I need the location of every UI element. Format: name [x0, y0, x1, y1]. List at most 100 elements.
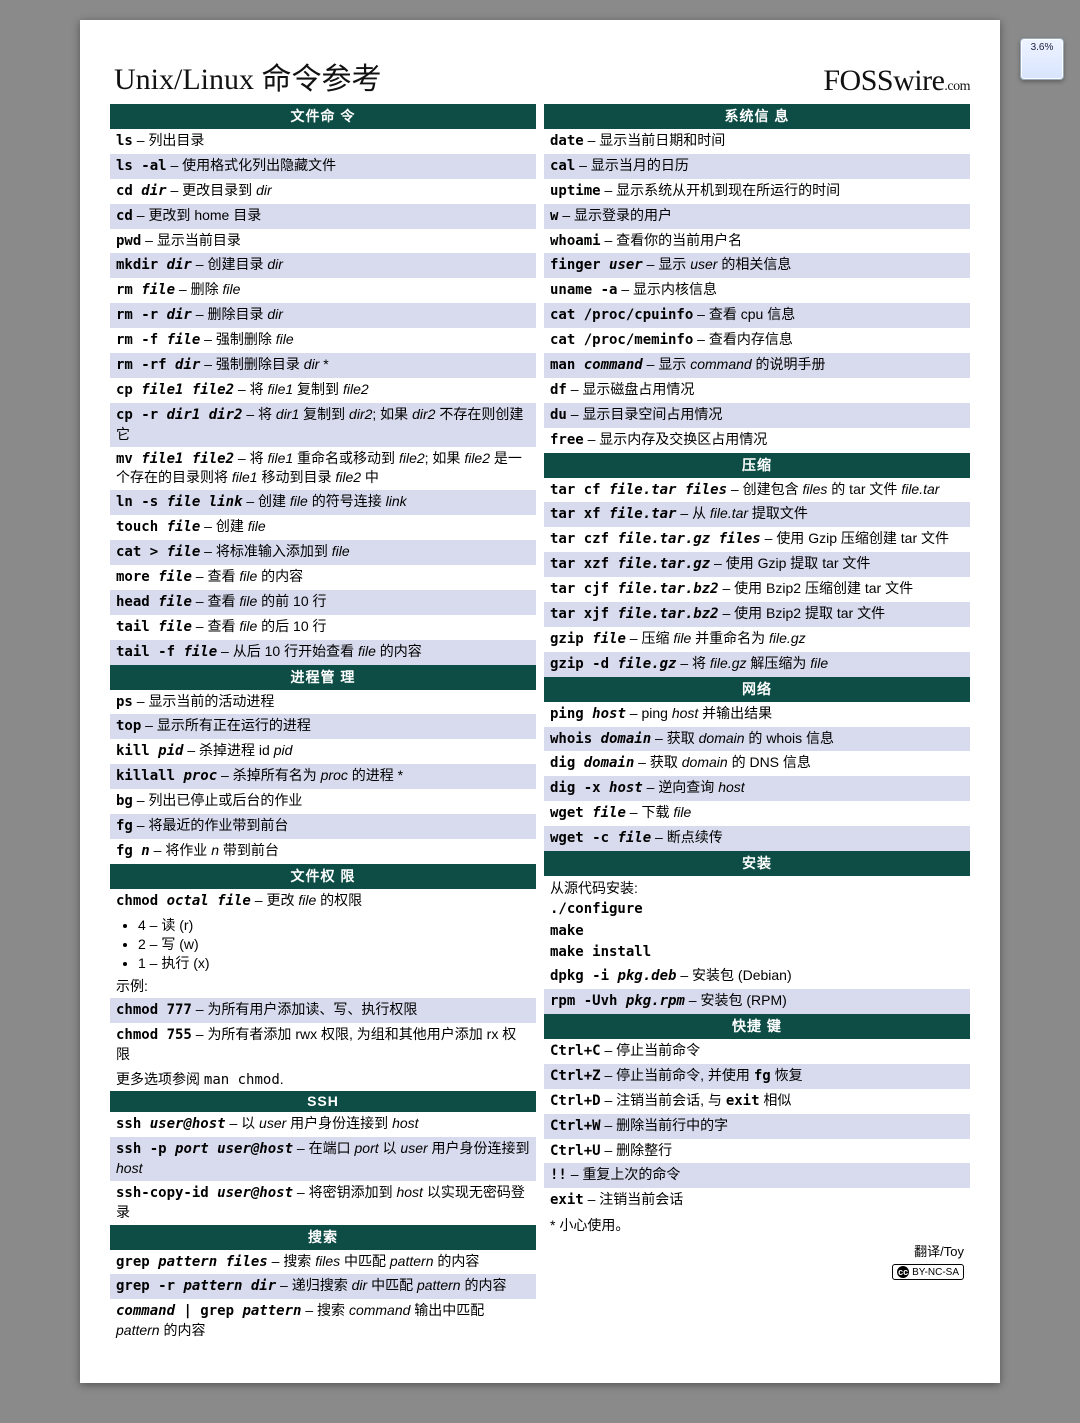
command-row: dig domain – 获取 domain 的 DNS 信息 [544, 751, 970, 776]
command-row: grep pattern files – 搜索 files 中匹配 patter… [110, 1250, 536, 1275]
command-row: chmod 777 – 为所有用户添加读、写、执行权限 [110, 998, 536, 1023]
command-row: ping host – ping host 并输出结果 [544, 702, 970, 727]
widget-value: 3.6% [1031, 42, 1054, 53]
command-row: mkdir dir – 创建目录 dir [110, 253, 536, 278]
command-row: finger user – 显示 user 的相关信息 [544, 253, 970, 278]
command-row: uptime – 显示系统从开机到现在所运行的时间 [544, 179, 970, 204]
section-header: 系统信 息 [544, 104, 970, 129]
command-row: wget -c file – 断点续传 [544, 826, 970, 851]
brand-suffix: .com [944, 79, 970, 94]
columns: 文件命 令ls – 列出目录ls -al – 使用格式化列出隐藏文件cd dir… [110, 104, 970, 1343]
command-row: rm -rf dir – 强制删除目录 dir * [110, 353, 536, 378]
command-row: cp -r dir1 dir2 – 将 dir1 复制到 dir2; 如果 di… [110, 403, 536, 447]
command-row: Ctrl+D – 注销当前会话, 与 exit 相似 [544, 1089, 970, 1114]
command-row: w – 显示登录的用户 [544, 204, 970, 229]
brand-logo: FOSSwire.com [823, 64, 970, 98]
command-row: fg – 将最近的作业带到前台 [110, 814, 536, 839]
section-header: 搜索 [110, 1225, 536, 1250]
command-row: cat /proc/cpuinfo – 查看 cpu 信息 [544, 303, 970, 328]
command-row: dig -x host – 逆向查询 host [544, 776, 970, 801]
command-row: ssh-copy-id user@host – 将密钥添加到 host 以实现无… [110, 1181, 536, 1225]
section-header: 文件命 令 [110, 104, 536, 129]
command-row: ssh -p port user@host – 在端口 port 以 user … [110, 1137, 536, 1181]
command-row: tar xjf file.tar.bz2 – 使用 Bzip2 提取 tar 文… [544, 602, 970, 627]
command-row: rm file – 删除 file [110, 278, 536, 303]
command-row: pwd – 显示当前目录 [110, 229, 536, 254]
command-row: tar xzf file.tar.gz – 使用 Gzip 提取 tar 文件 [544, 552, 970, 577]
command-row: du – 显示目录空间占用情况 [544, 403, 970, 428]
command-row: tail file – 查看 file 的后 10 行 [110, 615, 536, 640]
document-page: Unix/Linux 命令参考 FOSSwire.com 文件命 令ls – 列… [80, 20, 1000, 1383]
command-row: Ctrl+C – 停止当前命令 [544, 1039, 970, 1064]
command-row: touch file – 创建 file [110, 515, 536, 540]
section-header: 文件权 限 [110, 864, 536, 889]
command-row: whois domain – 获取 domain 的 whois 信息 [544, 727, 970, 752]
section-header: 压缩 [544, 453, 970, 478]
command-row: ln -s file link – 创建 file 的符号连接 link [110, 490, 536, 515]
command-row: tar cjf file.tar.bz2 – 使用 Bzip2 压缩创建 tar… [544, 577, 970, 602]
command-row: Ctrl+Z – 停止当前命令, 并使用 fg 恢复 [544, 1064, 970, 1089]
command-row: ls – 列出目录 [110, 129, 536, 154]
command-row: cal – 显示当月的日历 [544, 154, 970, 179]
command-row: Ctrl+W – 删除当前行中的字 [544, 1114, 970, 1139]
command-row: command | grep pattern – 搜索 command 输出中匹… [110, 1299, 536, 1343]
command-row: date – 显示当前日期和时间 [544, 129, 970, 154]
page-title: Unix/Linux 命令参考 [114, 54, 382, 98]
command-row: cd dir – 更改目录到 dir [110, 179, 536, 204]
command-row: cat /proc/meminfo – 查看内存信息 [544, 328, 970, 353]
command-row: fg n – 将作业 n 带到前台 [110, 839, 536, 864]
command-row: rpm -Uvh pkg.rpm – 安装包 (RPM) [544, 989, 970, 1014]
command-row: exit – 注销当前会话 [544, 1188, 970, 1213]
command-row: dpkg -i pkg.deb – 安装包 (Debian) [544, 964, 970, 989]
command-row: mv file1 file2 – 将 file1 重命名或移动到 file2; … [110, 447, 536, 491]
command-row: Ctrl+U – 删除整行 [544, 1139, 970, 1164]
text-block: 更多选项参阅 man chmod. [110, 1067, 536, 1091]
section-header: SSH [110, 1091, 536, 1112]
left-column: 文件命 令ls – 列出目录ls -al – 使用格式化列出隐藏文件cd dir… [110, 104, 536, 1343]
command-row: man command – 显示 command 的说明手册 [544, 353, 970, 378]
command-row: chmod 755 – 为所有者添加 rwx 权限, 为组和其他用户添加 rx … [110, 1023, 536, 1067]
command-row: tail -f file – 从后 10 行开始查看 file 的内容 [110, 640, 536, 665]
command-row: grep -r pattern dir – 递归搜索 dir 中匹配 patte… [110, 1274, 536, 1299]
system-widget: 3.6% [1020, 38, 1064, 80]
command-row: tar cf file.tar files – 创建包含 files 的 tar… [544, 478, 970, 503]
command-row: head file – 查看 file 的前 10 行 [110, 590, 536, 615]
command-row: whoami – 查看你的当前用户名 [544, 229, 970, 254]
command-row: free – 显示内存及交换区占用情况 [544, 428, 970, 453]
command-row: tar czf file.tar.gz files – 使用 Gzip 压缩创建… [544, 527, 970, 552]
caution-note: * 小心使用。 [544, 1213, 970, 1237]
command-row: chmod octal file – 更改 file 的权限 [110, 889, 536, 914]
command-row: ps – 显示当前的活动进程 [110, 690, 536, 715]
command-row: uname -a – 显示内核信息 [544, 278, 970, 303]
command-row: rm -r dir – 删除目录 dir [110, 303, 536, 328]
section-header: 网络 [544, 677, 970, 702]
text-block: 从源代码安装:./configuremakemake install [544, 876, 970, 964]
text-block: 4 – 读 (r)2 – 写 (w)1 – 执行 (x) [110, 916, 536, 973]
cc-badge: ccBY-NC-SA [892, 1264, 964, 1280]
command-row: gzip file – 压缩 file 并重命名为 file.gz [544, 627, 970, 652]
command-row: kill pid – 杀掉进程 id pid [110, 739, 536, 764]
command-row: ssh user@host – 以 user 用户身份连接到 host [110, 1112, 536, 1137]
title-row: Unix/Linux 命令参考 FOSSwire.com [114, 54, 970, 98]
command-row: !! – 重复上次的命令 [544, 1163, 970, 1188]
section-header: 快捷 键 [544, 1014, 970, 1039]
section-header: 进程管 理 [110, 665, 536, 690]
command-row: more file – 查看 file 的内容 [110, 565, 536, 590]
command-row: ls -al – 使用格式化列出隐藏文件 [110, 154, 536, 179]
command-row: bg – 列出已停止或后台的作业 [110, 789, 536, 814]
command-row: df – 显示磁盘占用情况 [544, 378, 970, 403]
brand-main: FOSSwire [823, 64, 944, 97]
command-row: cat > file – 将标准输入添加到 file [110, 540, 536, 565]
command-row: cd – 更改到 home 目录 [110, 204, 536, 229]
command-row: gzip -d file.gz – 将 file.gz 解压缩为 file [544, 652, 970, 677]
command-row: wget file – 下载 file [544, 801, 970, 826]
command-row: top – 显示所有正在运行的进程 [110, 714, 536, 739]
command-row: tar xf file.tar – 从 file.tar 提取文件 [544, 502, 970, 527]
command-row: killall proc – 杀掉所有名为 proc 的进程 * [110, 764, 536, 789]
section-header: 安装 [544, 851, 970, 876]
command-row: rm -f file – 强制删除 file [110, 328, 536, 353]
footer-credit: 翻译/Toy ccBY-NC-SA [544, 1237, 970, 1284]
command-row: cp file1 file2 – 将 file1 复制到 file2 [110, 378, 536, 403]
right-column: 系统信 息date – 显示当前日期和时间cal – 显示当月的日历uptime… [544, 104, 970, 1343]
text-block: 示例: [110, 974, 536, 998]
